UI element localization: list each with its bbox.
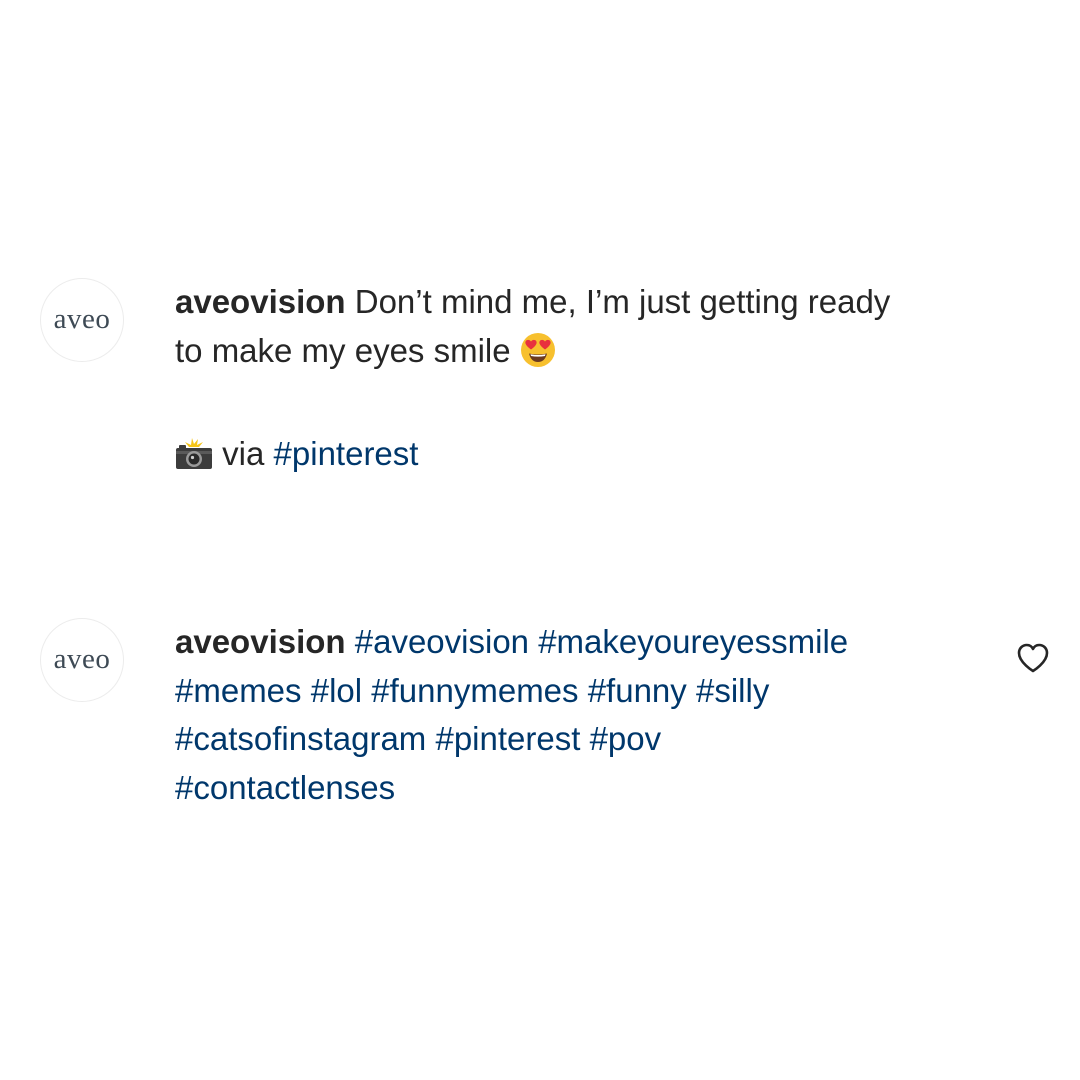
via-text: via [222,434,265,472]
hashtag-link[interactable]: #lol [311,672,362,709]
camera-flash-emoji-icon [175,436,213,485]
avatar-logo-text: aveo [53,302,111,335]
avatar-logo-text: aveo [53,642,111,675]
avatar[interactable]: aveo [40,278,124,362]
username-link[interactable]: aveovision [175,623,346,660]
comment-text: aveovision #aveovision #makeyoureyessmil… [175,618,975,812]
comment-line: #memes #lol #funnymemes #funny #silly [175,667,975,716]
hashtag-link[interactable]: #contactlenses [175,769,395,806]
hashtag-link[interactable]: #funny [588,672,687,709]
heart-outline-icon [1016,643,1050,678]
caption-line: via #pinterest [175,430,1015,485]
heart-eyes-emoji-icon [520,332,556,382]
caption-line: aveovision Don’t mind me, I’m just getti… [175,278,1015,327]
hashtag-link[interactable]: #funnymemes [371,672,578,709]
hashtag-link[interactable]: #catsofinstagram [175,720,426,757]
comment-line: #contactlenses [175,764,975,813]
caption-line: to make my eyes smile [175,327,1015,382]
hashtag-link[interactable]: #pinterest [435,720,580,757]
hashtag-link[interactable]: #pov [590,720,662,757]
hashtag-link[interactable]: #memes [175,672,302,709]
username-link[interactable]: aveovision [175,283,346,320]
hashtag-link[interactable]: #silly [696,672,769,709]
hashtag-link[interactable]: #aveovision [355,623,529,660]
like-button[interactable] [1016,642,1050,674]
hashtag-link[interactable]: #pinterest [274,435,419,472]
caption-line-1: Don’t mind me, I’m just getting ready [354,283,891,320]
comment-line: #catsofinstagram #pinterest #pov [175,715,975,764]
avatar[interactable]: aveo [40,618,124,702]
caption-text: aveovision Don’t mind me, I’m just getti… [175,278,1015,484]
comment-line: aveovision #aveovision #makeyoureyessmil… [175,618,975,667]
caption-line-2: to make my eyes smile [175,331,511,369]
hashtag-link[interactable]: #makeyoureyessmile [538,623,848,660]
